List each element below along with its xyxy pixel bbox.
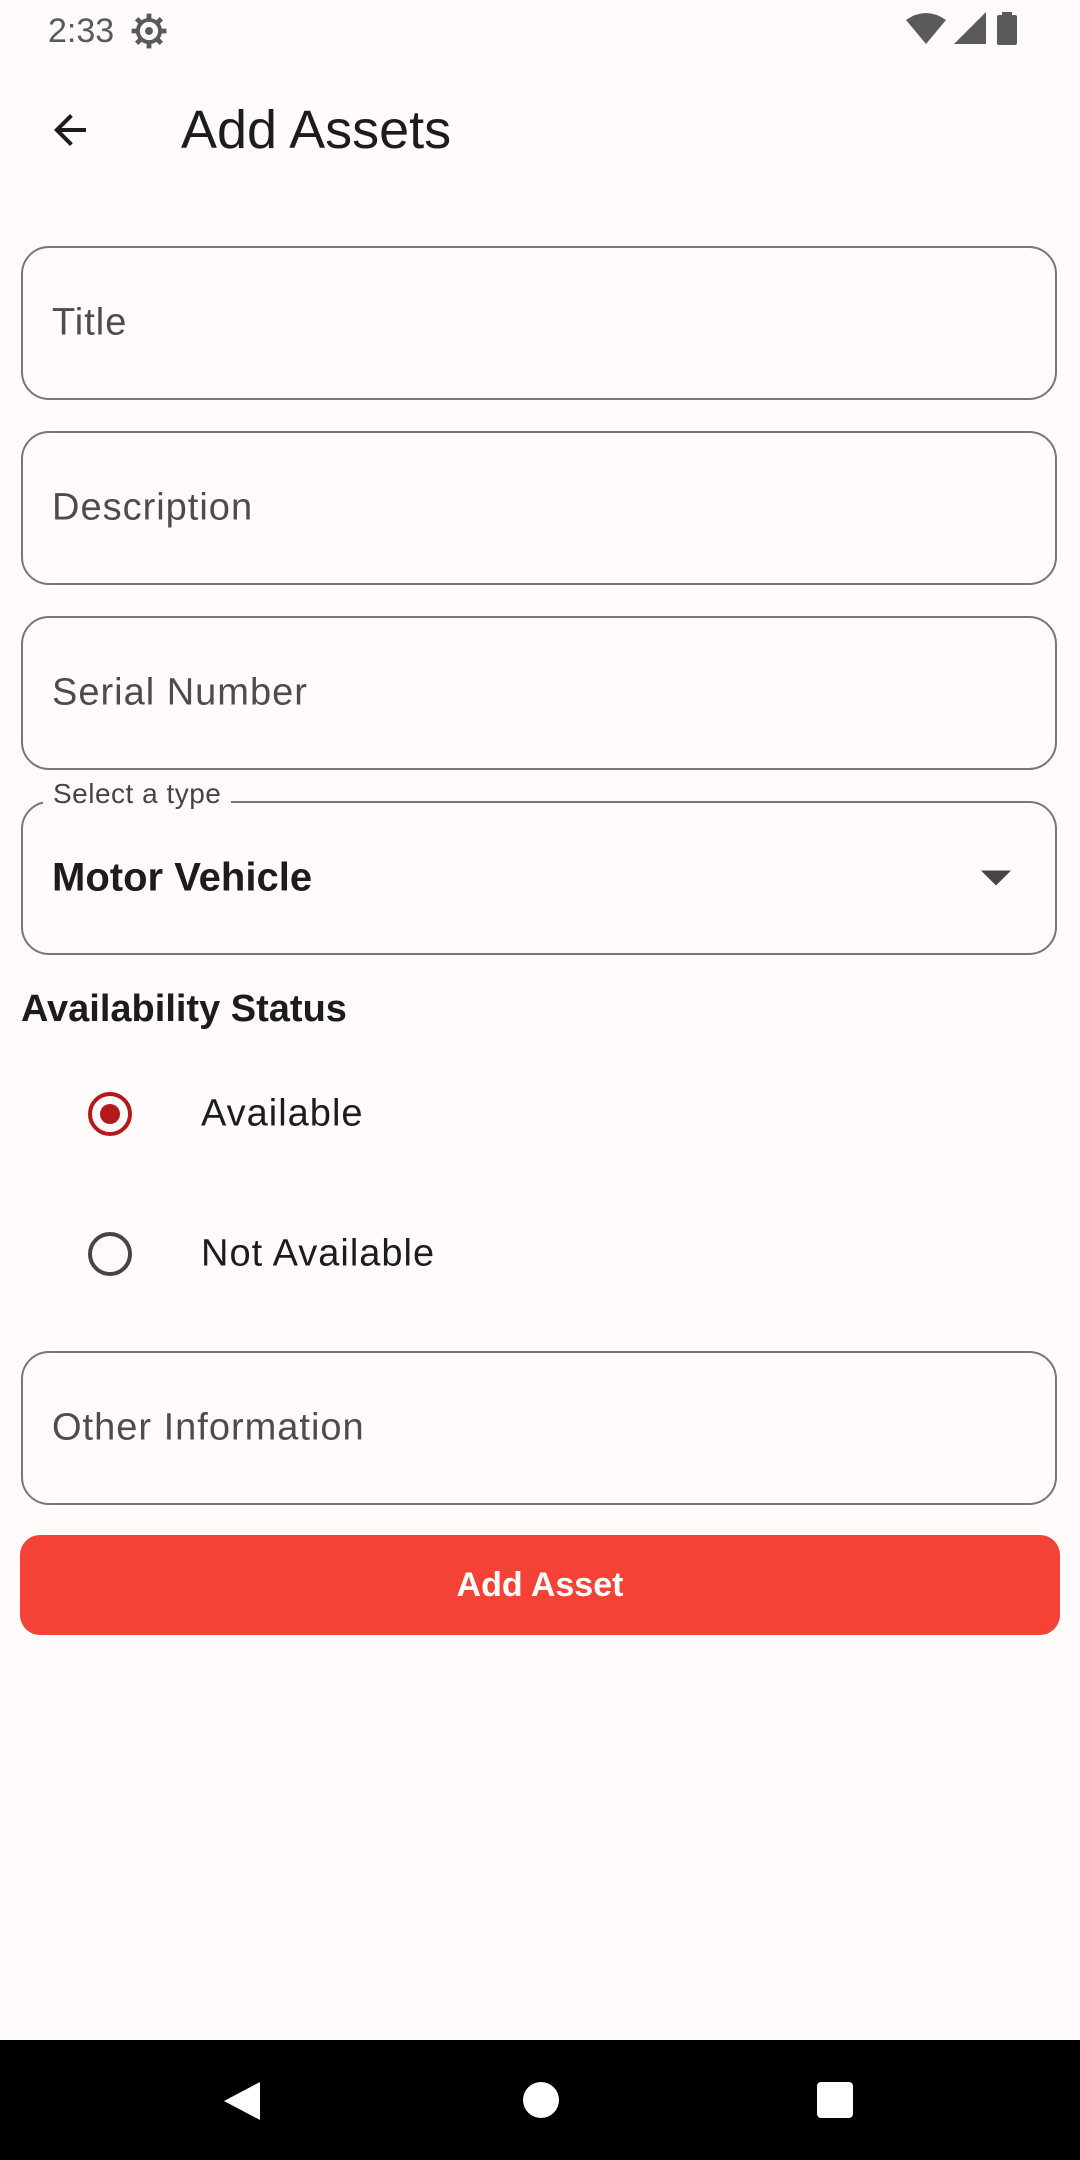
description-field[interactable]: Description xyxy=(21,431,1057,585)
system-nav-bar xyxy=(0,2040,1080,2160)
nav-recents-icon[interactable] xyxy=(817,2082,853,2118)
type-select-label: Select a type xyxy=(43,777,232,811)
arrow-back-icon xyxy=(54,114,86,146)
page-title: Add Assets xyxy=(181,100,452,160)
type-select-value: Motor Vehicle xyxy=(52,855,313,900)
dropdown-arrow-icon xyxy=(981,870,1011,886)
title-placeholder: Title xyxy=(52,301,128,344)
wifi-icon xyxy=(906,13,946,44)
radio-available[interactable]: Available xyxy=(0,1064,1080,1164)
radio-checked-icon[interactable] xyxy=(88,1092,132,1136)
radio-not-available[interactable]: Not Available xyxy=(0,1204,1080,1304)
title-field[interactable]: Title xyxy=(21,246,1057,400)
radio-label-available: Available xyxy=(201,1092,364,1135)
gear-icon xyxy=(131,13,167,49)
other-information-field[interactable]: Other Information xyxy=(21,1351,1057,1505)
status-bar: 2:33 xyxy=(0,0,1080,62)
back-button[interactable] xyxy=(30,90,110,170)
signal-icon xyxy=(954,12,986,44)
app-bar: Add Assets xyxy=(0,62,1080,198)
serial-number-field[interactable]: Serial Number xyxy=(21,616,1057,770)
status-time: 2:33 xyxy=(48,12,115,50)
status-icons xyxy=(906,12,1018,46)
type-select[interactable]: Select a type Motor Vehicle xyxy=(21,777,1057,955)
battery-icon xyxy=(997,12,1017,45)
radio-unchecked-icon[interactable] xyxy=(88,1232,132,1276)
radio-label-not-available: Not Available xyxy=(201,1232,436,1275)
add-asset-button[interactable]: Add Asset xyxy=(20,1535,1060,1635)
radio-dot xyxy=(100,1104,120,1124)
description-placeholder: Description xyxy=(52,486,254,529)
nav-home-icon[interactable] xyxy=(523,2082,559,2118)
availability-heading: Availability Status xyxy=(21,988,347,1030)
nav-back-icon[interactable] xyxy=(222,2080,262,2122)
serial-number-placeholder: Serial Number xyxy=(52,671,308,714)
other-information-placeholder: Other Information xyxy=(52,1406,365,1449)
